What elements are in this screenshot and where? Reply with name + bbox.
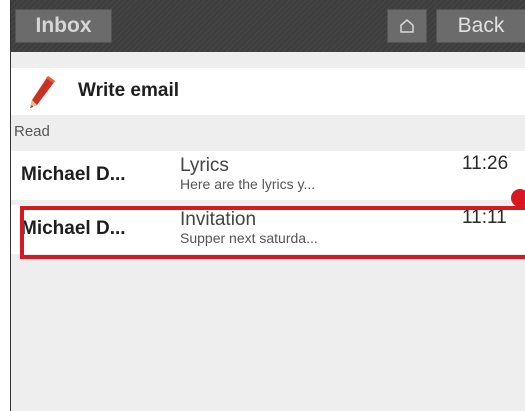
email-sender: Michael D... [21,218,126,239]
pencil-icon [30,76,55,108]
email-time: 11:11 [462,207,507,228]
home-button[interactable] [387,9,427,43]
email-subject: Invitation [180,209,257,230]
email-subject: Lyrics [180,155,229,176]
email-time: 11:26 [462,153,509,174]
email-list-item-invitation[interactable]: Michael D... Invitation Supper next satu… [11,205,525,254]
email-sender: Michael D... [21,164,126,185]
highlight-marker-dot [511,189,525,207]
back-button[interactable]: Back [436,9,525,43]
email-preview: Here are the lyrics y... [180,176,316,192]
email-preview: Supper next saturda... [180,230,318,246]
email-list-item-lyrics[interactable]: Michael D... Lyrics Here are the lyrics … [11,151,525,200]
top-navigation-bar: Inbox Back [11,0,525,52]
email-app-screen: Inbox Back Write email Read Michael D...… [10,0,525,411]
write-email-label: Write email [78,80,180,101]
inbox-button[interactable]: Inbox [15,9,112,43]
home-icon [400,19,414,33]
read-section-label: Read [14,123,50,140]
write-email-button[interactable]: Write email [11,68,525,115]
